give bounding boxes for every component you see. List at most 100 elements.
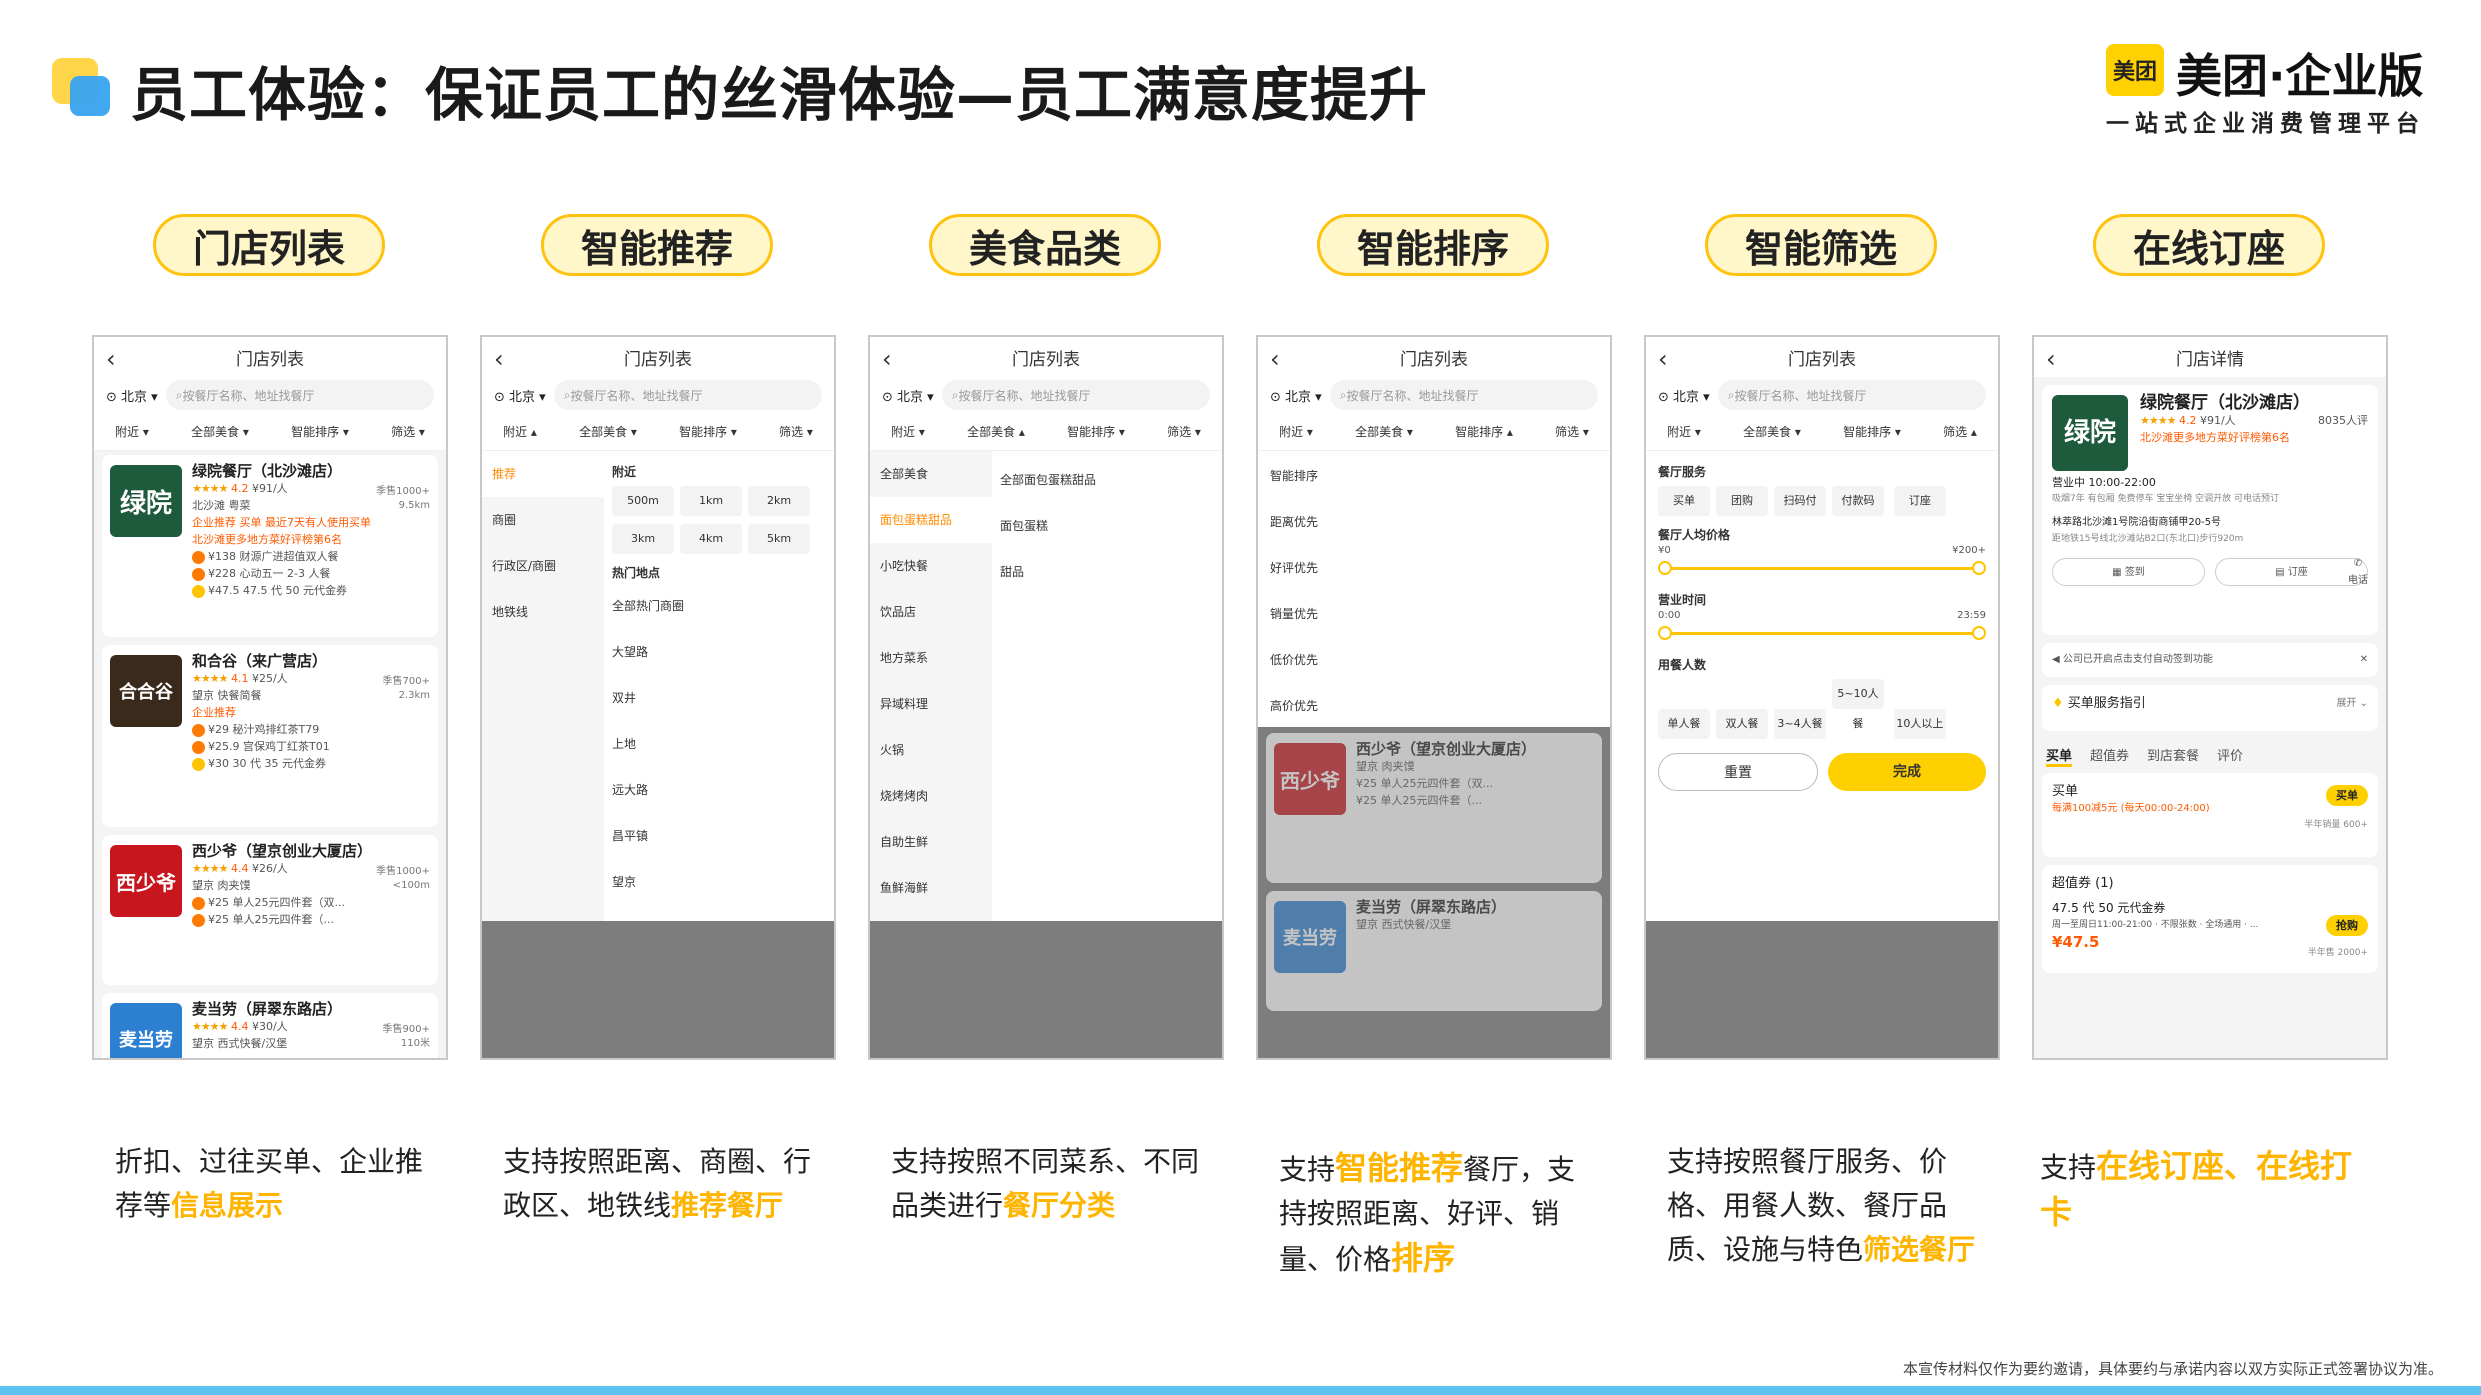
location-tab[interactable]: 推荐 xyxy=(482,451,604,497)
back-icon[interactable]: ‹ xyxy=(1658,345,1668,373)
time-slider[interactable]: 0:00 23:59 xyxy=(1658,610,1986,650)
tab-reviews[interactable]: 评价 xyxy=(2217,745,2243,767)
distance-chip[interactable]: 3km xyxy=(612,524,674,554)
tab-buy[interactable]: 买单 xyxy=(2046,745,2073,767)
filter-nearby[interactable]: 附近 ▴ xyxy=(503,423,537,440)
city-selector[interactable]: ⊙ 北京 ▾ xyxy=(1658,386,1710,405)
search-input[interactable]: ⌕ 按餐厅名称、地址找餐厅 xyxy=(1329,380,1598,410)
location-tab[interactable]: 商圈 xyxy=(482,497,604,543)
subcategory-item[interactable]: 面包蛋糕 xyxy=(1000,503,1214,549)
category-item[interactable]: 全部美食 xyxy=(870,451,992,497)
dim-overlay[interactable] xyxy=(870,921,1222,1058)
filter-smart-sort[interactable]: 智能排序 ▴ xyxy=(1455,423,1513,440)
book-seat-button[interactable]: ▤ 订座 xyxy=(2215,558,2368,586)
hot-place-item[interactable]: 双井 xyxy=(612,675,826,721)
restaurant-card[interactable]: 绿院 绿院餐厅（北沙滩店） ★★★★ 4.2 ¥91/人 北沙滩 粤菜 企业推荐… xyxy=(102,455,438,637)
checkin-button[interactable]: ▦ 签到 xyxy=(2052,558,2205,586)
filter-screen[interactable]: 筛选 ▾ xyxy=(1555,423,1589,440)
filter-screen[interactable]: 筛选 ▾ xyxy=(1167,423,1201,440)
filter-all-food[interactable]: 全部美食 ▾ xyxy=(579,423,637,440)
slider-handle[interactable] xyxy=(1658,561,1672,575)
back-icon[interactable]: ‹ xyxy=(494,345,504,373)
distance-chip[interactable]: 1km xyxy=(680,486,742,516)
category-item[interactable]: 饮品店 xyxy=(870,589,992,635)
filter-smart-sort[interactable]: 智能排序 ▾ xyxy=(291,423,349,440)
filter-all-food[interactable]: 全部美食 ▾ xyxy=(191,423,249,440)
sort-option[interactable]: 距离优先 xyxy=(1270,499,1598,545)
service-chip[interactable]: 付款码 xyxy=(1832,486,1884,516)
restaurant-card[interactable]: 合合谷 和合谷（来广营店） ★★★★ 4.1 ¥25/人 望京 快餐简餐 企业推… xyxy=(102,645,438,827)
service-guide[interactable]: ♦ 买单服务指引 展开 ⌄ xyxy=(2042,685,2378,731)
dim-overlay[interactable]: 西少爷 西少爷（望京创业大厦店） 望京 肉夹馍 ¥25 单人25元四件套（双..… xyxy=(1258,727,1610,1058)
slider-handle[interactable] xyxy=(1972,561,1986,575)
filter-smart-sort[interactable]: 智能排序 ▾ xyxy=(1843,423,1901,440)
filter-screen[interactable]: 筛选 ▾ xyxy=(391,423,425,440)
price-slider[interactable]: ¥0 ¥200+ xyxy=(1658,545,1986,585)
subcategory-item[interactable]: 全部面包蛋糕甜品 xyxy=(1000,457,1214,503)
location-tab[interactable]: 地铁线 xyxy=(482,589,604,635)
sort-option[interactable]: 低价优先 xyxy=(1270,637,1598,683)
hot-place-item[interactable]: 全部热门商圈 xyxy=(612,583,826,629)
people-chip[interactable]: 3~4人餐 xyxy=(1774,709,1826,739)
tab-package[interactable]: 到店套餐 xyxy=(2147,745,2199,767)
service-chip[interactable]: 订座 xyxy=(1893,486,1946,516)
subcategory-item[interactable]: 甜品 xyxy=(1000,549,1214,595)
people-chip[interactable]: 10人以上 xyxy=(1893,709,1946,739)
search-input[interactable]: ⌕ 按餐厅名称、地址找餐厅 xyxy=(553,380,822,410)
service-chip[interactable]: 买单 xyxy=(1658,486,1710,516)
filter-screen[interactable]: 筛选 ▾ xyxy=(779,423,813,440)
sort-option[interactable]: 好评优先 xyxy=(1270,545,1598,591)
people-chip[interactable]: 双人餐 xyxy=(1716,709,1768,739)
filter-nearby[interactable]: 附近 ▾ xyxy=(1667,423,1701,440)
hot-place-item[interactable]: 望京 xyxy=(612,859,826,905)
filter-nearby[interactable]: 附近 ▾ xyxy=(891,423,925,440)
sort-option[interactable]: 销量优先 xyxy=(1270,591,1598,637)
filter-all-food[interactable]: 全部美食 ▴ xyxy=(967,423,1025,440)
filter-nearby[interactable]: 附近 ▾ xyxy=(115,423,149,440)
filter-nearby[interactable]: 附近 ▾ xyxy=(1279,423,1313,440)
filter-smart-sort[interactable]: 智能排序 ▾ xyxy=(679,423,737,440)
hot-place-item[interactable]: 上地 xyxy=(612,721,826,767)
restaurant-card[interactable]: 麦当劳 麦当劳（屏翠东路店） ★★★★ 4.4 ¥30/人 望京 西式快餐/汉堡… xyxy=(102,993,438,1058)
category-item[interactable]: 火锅 xyxy=(870,727,992,773)
filter-all-food[interactable]: 全部美食 ▾ xyxy=(1355,423,1413,440)
distance-chip[interactable]: 500m xyxy=(612,486,674,516)
category-item[interactable]: 异域料理 xyxy=(870,681,992,727)
distance-chip[interactable]: 2km xyxy=(748,486,810,516)
search-input[interactable]: ⌕ 按餐厅名称、地址找餐厅 xyxy=(165,380,434,410)
back-icon[interactable]: ‹ xyxy=(106,345,116,373)
city-selector[interactable]: ⊙ 北京 ▾ xyxy=(1270,386,1322,405)
people-chip[interactable]: 5~10人餐 xyxy=(1832,679,1884,730)
filter-smart-sort[interactable]: 智能排序 ▾ xyxy=(1067,423,1125,440)
category-item[interactable]: 鱼鲜海鲜 xyxy=(870,865,992,911)
category-item[interactable]: 地方菜系 xyxy=(870,635,992,681)
city-selector[interactable]: ⊙ 北京 ▾ xyxy=(882,386,934,405)
slider-handle[interactable] xyxy=(1972,626,1986,640)
done-button[interactable]: 完成 xyxy=(1828,753,1986,791)
category-item[interactable]: 烧烤烤肉 xyxy=(870,773,992,819)
city-selector[interactable]: ⊙ 北京 ▾ xyxy=(494,386,546,405)
dim-overlay[interactable] xyxy=(1646,921,1998,1058)
reset-button[interactable]: 重置 xyxy=(1658,753,1818,791)
hot-place-item[interactable]: 大望路 xyxy=(612,629,826,675)
distance-chip[interactable]: 5km xyxy=(748,524,810,554)
buy-coupon-button[interactable]: 抢购 xyxy=(2326,915,2368,936)
filter-all-food[interactable]: 全部美食 ▾ xyxy=(1743,423,1801,440)
sort-option[interactable]: 智能排序 xyxy=(1270,453,1598,499)
slider-handle[interactable] xyxy=(1658,626,1672,640)
phone-call-button[interactable]: ✆ 电话 xyxy=(2348,555,2368,589)
tab-coupon[interactable]: 超值券 xyxy=(2090,745,2129,767)
city-selector[interactable]: ⊙ 北京 ▾ xyxy=(106,386,158,405)
search-input[interactable]: ⌕ 按餐厅名称、地址找餐厅 xyxy=(1717,380,1986,410)
pay-button[interactable]: 买单 xyxy=(2326,785,2368,806)
restaurant-card[interactable]: 西少爷 西少爷（望京创业大厦店） ★★★★ 4.4 ¥26/人 望京 肉夹馍 ¥… xyxy=(102,835,438,985)
dim-overlay[interactable] xyxy=(482,921,834,1058)
back-icon[interactable]: ‹ xyxy=(1270,345,1280,373)
filter-screen[interactable]: 筛选 ▴ xyxy=(1943,423,1977,440)
people-chip[interactable]: 单人餐 xyxy=(1658,709,1710,739)
sort-option[interactable]: 高价优先 xyxy=(1270,683,1598,729)
service-chip[interactable]: 扫码付 xyxy=(1774,486,1826,516)
search-input[interactable]: ⌕ 按餐厅名称、地址找餐厅 xyxy=(941,380,1210,410)
hot-place-item[interactable]: 远大路 xyxy=(612,767,826,813)
location-tab[interactable]: 行政区/商圈 xyxy=(482,543,604,589)
